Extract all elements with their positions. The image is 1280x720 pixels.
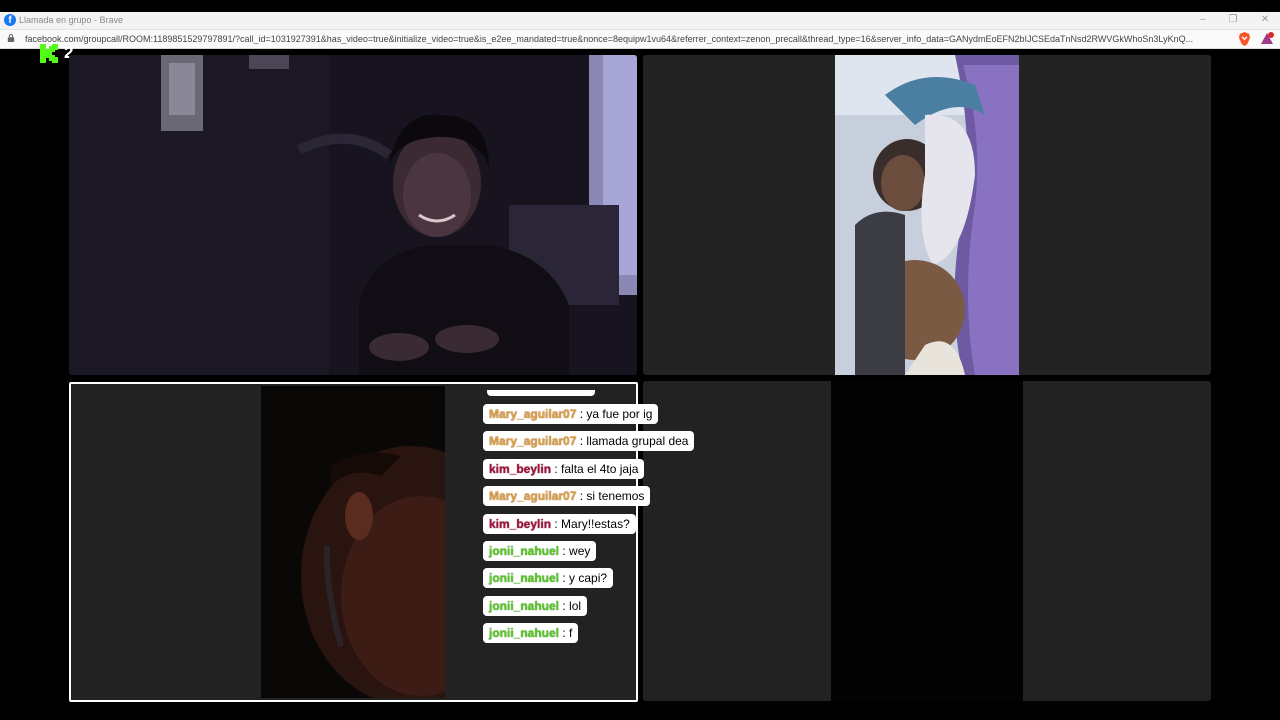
video-tile-participant-1[interactable] [69, 55, 637, 375]
chat-message: Mary_aguilar07 : si tenemos [483, 486, 651, 507]
chat-text: llamada grupal dea [586, 434, 689, 449]
chat-username[interactable]: kim_beylin [489, 462, 551, 476]
chat-message-partial [487, 390, 595, 396]
chat-separator: : [559, 571, 570, 586]
chat-message: jonii_nahuel : lol [483, 595, 588, 616]
chat-username[interactable]: jonii_nahuel [489, 626, 559, 640]
chat-username[interactable]: Mary_aguilar07 [489, 407, 576, 421]
chat-username[interactable]: Mary_aguilar07 [489, 434, 576, 448]
chat-text: f [569, 626, 573, 641]
chat-message: jonii_nahuel : wey [483, 541, 597, 561]
participant-video-frame [261, 386, 445, 698]
chat-separator: : [576, 434, 587, 449]
chat-message: jonii_nahuel : f [483, 623, 579, 644]
chat-username[interactable]: Mary_aguilar07 [489, 489, 576, 503]
chat-text: ya fue por ig [586, 407, 653, 421]
chat-text: lol [569, 598, 582, 613]
participant-video-feed [69, 55, 637, 375]
participant-video-frame [831, 381, 1023, 701]
minimize-button[interactable]: ‒ [1196, 13, 1210, 27]
chat-separator: : [576, 489, 587, 504]
url-text[interactable]: facebook.com/groupcall/ROOM:118985152979… [25, 34, 1221, 44]
chat-username[interactable]: jonii_nahuel [489, 571, 559, 585]
participant-video-feed [261, 386, 445, 698]
chat-message: jonii_nahuel : y capi? [483, 568, 614, 589]
facebook-icon: f [4, 14, 16, 26]
address-bar[interactable]: facebook.com/groupcall/ROOM:118985152979… [0, 30, 1280, 49]
chat-username[interactable]: jonii_nahuel [489, 599, 559, 613]
chat-message: Mary_aguilar07 : ya fue por ig [483, 404, 659, 424]
chat-message: Mary_aguilar07 : llamada grupal dea [483, 431, 695, 452]
chat-separator: : [559, 544, 570, 558]
chat-separator: : [559, 626, 570, 641]
video-tile-participant-2[interactable] [643, 55, 1211, 375]
chat-separator: : [551, 461, 562, 476]
participant-video-frame [835, 55, 1019, 375]
kick-logo-icon [40, 44, 58, 63]
restore-button[interactable]: ❐ [1226, 13, 1240, 27]
video-tile-participant-4[interactable] [643, 381, 1211, 701]
close-button[interactable]: ✕ [1258, 13, 1272, 27]
chat-separator: : [576, 407, 587, 421]
brave-rewards-icon[interactable] [1260, 32, 1274, 46]
chat-text: si tenemos [586, 489, 645, 504]
chat-message: kim_beylin : Mary!!estas? [483, 513, 636, 534]
chat-separator: : [559, 598, 570, 613]
chat-text: Mary!!estas? [561, 516, 630, 531]
participant-video-feed [835, 55, 1019, 375]
brave-shields-icon[interactable] [1238, 32, 1251, 46]
chat-text: y capi? [569, 571, 608, 586]
site-info-icon[interactable] [7, 34, 15, 42]
chat-separator: : [551, 516, 562, 531]
chat-message: kim_beylin : falta el 4to jaja [483, 458, 645, 479]
chat-text: falta el 4to jaja [561, 461, 639, 476]
window-title: Llamada en grupo - Brave [19, 15, 124, 25]
chat-text: wey [569, 544, 591, 558]
window-titlebar: f Llamada en grupo - Brave ‒ ❐ ✕ [0, 12, 1280, 30]
chat-username[interactable]: kim_beylin [489, 517, 551, 531]
chat-username[interactable]: jonii_nahuel [489, 544, 559, 558]
